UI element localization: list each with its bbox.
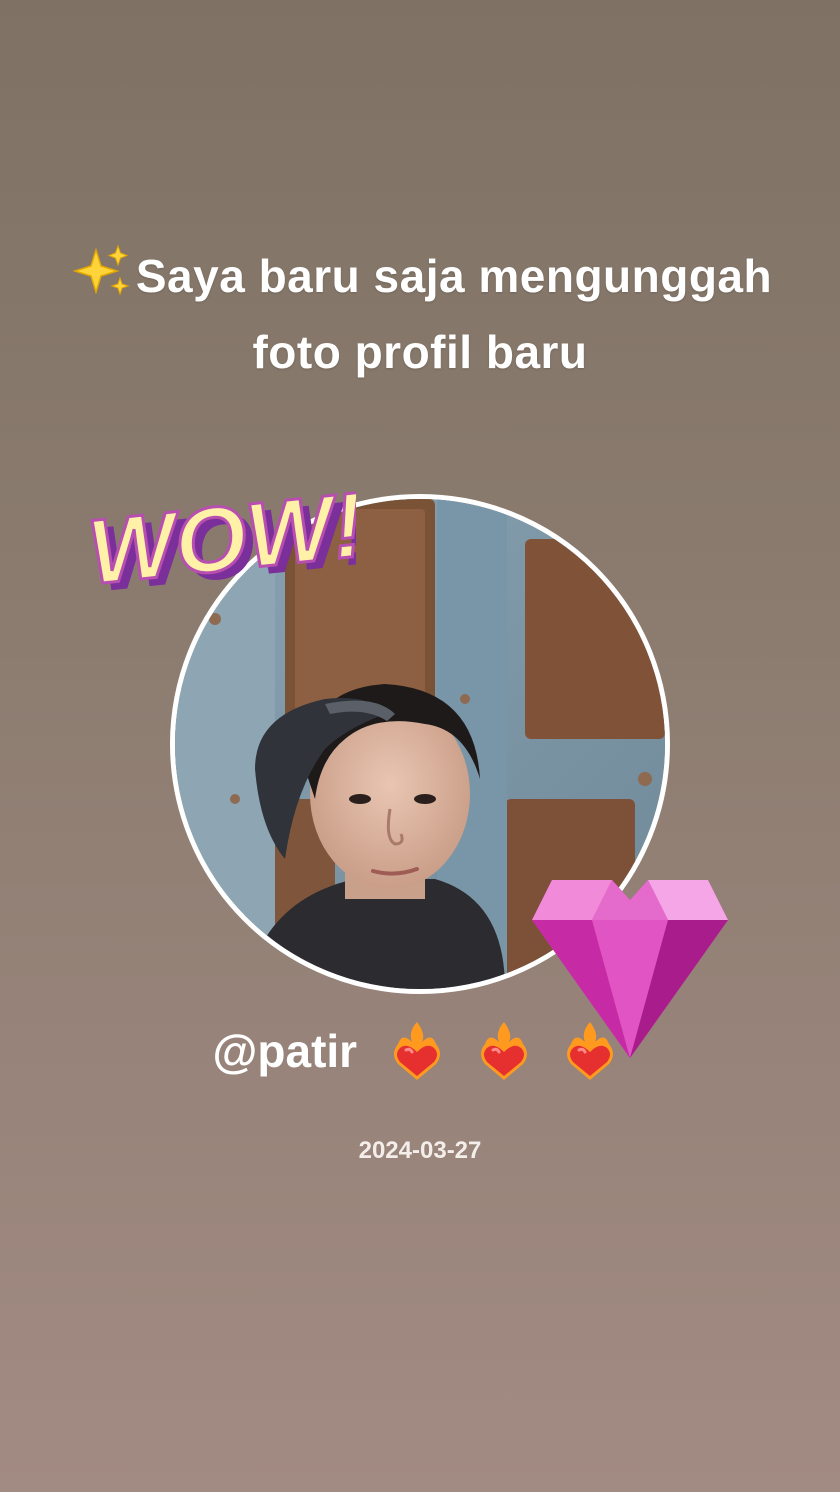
username-row: @patir bbox=[0, 1012, 840, 1086]
wow-sticker: WOW! WOW! bbox=[82, 472, 356, 610]
heart-on-fire-icon bbox=[393, 1021, 440, 1080]
headline-text: Saya baru saja mengunggah foto profil ba… bbox=[135, 250, 773, 378]
sparkles-icon bbox=[72, 244, 130, 296]
story-headline: Saya baru saja mengunggah foto profil ba… bbox=[60, 238, 780, 390]
heart-on-fire-icon bbox=[480, 1021, 527, 1080]
post-date: 2024-03-27 bbox=[358, 1137, 482, 1164]
username: @patir bbox=[212, 1024, 358, 1077]
heart-on-fire-icon bbox=[567, 1021, 614, 1080]
